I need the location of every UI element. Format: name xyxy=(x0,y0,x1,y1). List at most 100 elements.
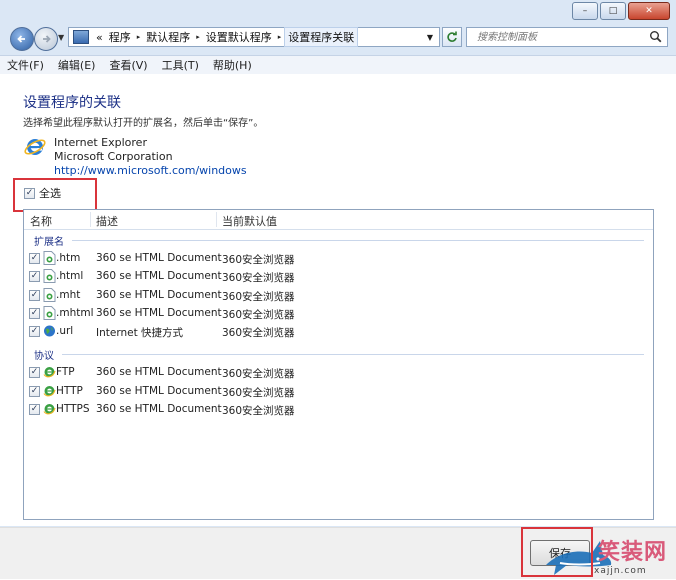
menu-tools[interactable]: 工具(T) xyxy=(155,57,206,73)
row-description: 360 se HTML Document xyxy=(96,270,222,282)
browser-e-icon xyxy=(43,367,56,378)
column-divider[interactable] xyxy=(90,212,91,227)
menu-bar: 文件(F) 编辑(E) 查看(V) 工具(T) 帮助(H) xyxy=(0,55,676,75)
column-divider[interactable] xyxy=(216,212,217,227)
browser-e-icon xyxy=(43,404,56,415)
breadcrumb-separator-icon[interactable]: ▸ xyxy=(275,33,285,41)
address-bar[interactable]: « 程序 ▸ 默认程序 ▸ 设置默认程序 ▸ 设置程序关联 ▼ xyxy=(68,27,440,47)
breadcrumb-separator-icon[interactable]: ▸ xyxy=(193,33,203,41)
breadcrumb-overflow[interactable]: « xyxy=(93,31,106,44)
refresh-icon xyxy=(447,31,457,42)
forward-button[interactable] xyxy=(34,27,58,51)
row-checkbox[interactable]: ✓ xyxy=(29,367,40,378)
back-button[interactable] xyxy=(10,27,34,51)
row-current-default: 360安全浏览器 xyxy=(222,254,295,266)
list-row[interactable]: ✓ HTTPS 360 se HTML Document 360安全浏览器 xyxy=(28,401,628,418)
address-dropdown-icon[interactable]: ▼ xyxy=(427,33,433,42)
row-checkbox[interactable]: ✓ xyxy=(29,308,40,319)
row-current-default: 360安全浏览器 xyxy=(222,309,295,321)
list-row[interactable]: ✓ .mhtml 360 se HTML Document 360安全浏览器 xyxy=(28,305,628,322)
program-name: Internet Explorer xyxy=(54,136,147,149)
menu-file[interactable]: 文件(F) xyxy=(0,57,51,73)
page-description: 选择希望此程序默认打开的扩展名，然后单击“保存”。 xyxy=(23,118,264,129)
caption-buttons: – □ ✕ xyxy=(572,2,670,20)
search-input[interactable] xyxy=(475,30,649,44)
internet-explorer-logo-icon xyxy=(24,139,46,155)
html-file-icon xyxy=(43,288,56,302)
menu-help[interactable]: 帮助(H) xyxy=(206,57,259,73)
row-description: 360 se HTML Document xyxy=(96,289,222,301)
column-header-name[interactable]: 名称 xyxy=(30,213,52,229)
maximize-button[interactable]: □ xyxy=(600,2,626,20)
row-description: 360 se HTML Document xyxy=(96,307,222,319)
browser-e-icon xyxy=(43,386,56,397)
row-checkbox[interactable]: ✓ xyxy=(29,271,40,282)
list-row[interactable]: ✓ .htm 360 se HTML Document 360安全浏览器 xyxy=(28,250,628,267)
column-header-current-default[interactable]: 当前默认值 xyxy=(222,213,277,229)
row-name: HTTP xyxy=(56,385,83,397)
row-current-default: 360安全浏览器 xyxy=(222,291,295,303)
row-current-default: 360安全浏览器 xyxy=(222,327,295,339)
list-row[interactable]: ✓ .url Internet 快捷方式 360安全浏览器 xyxy=(28,323,628,340)
page-title: 设置程序的关联 xyxy=(23,95,121,111)
forward-arrow-icon xyxy=(43,35,51,43)
watermark-url: xajjn.com xyxy=(594,566,647,576)
row-current-default: 360安全浏览器 xyxy=(222,405,295,417)
row-name: .url xyxy=(56,325,74,337)
row-checkbox[interactable]: ✓ xyxy=(29,326,40,337)
row-name: .htm xyxy=(56,252,81,264)
highlight-box-save xyxy=(521,527,593,577)
row-name: FTP xyxy=(56,366,75,378)
html-file-icon xyxy=(43,269,56,283)
row-checkbox[interactable]: ✓ xyxy=(29,404,40,415)
search-box[interactable] xyxy=(466,27,668,47)
highlight-box-select-all xyxy=(13,178,97,212)
back-arrow-icon xyxy=(17,35,25,43)
group-divider xyxy=(72,240,644,241)
row-description: 360 se HTML Document xyxy=(96,385,222,397)
program-details: Internet Explorer Microsoft Corporation … xyxy=(54,136,247,178)
html-file-icon xyxy=(43,306,56,320)
column-header-description[interactable]: 描述 xyxy=(96,213,118,229)
search-icon[interactable] xyxy=(649,30,662,43)
navigation-bar: ▼ « 程序 ▸ 默认程序 ▸ 设置默认程序 ▸ 设置程序关联 ▼ xyxy=(0,22,676,54)
html-file-icon xyxy=(43,251,56,265)
row-checkbox[interactable]: ✓ xyxy=(29,386,40,397)
row-description: 360 se HTML Document xyxy=(96,366,222,378)
list-row[interactable]: ✓ .html 360 se HTML Document 360安全浏览器 xyxy=(28,268,628,285)
list-row[interactable]: ✓ FTP 360 se HTML Document 360安全浏览器 xyxy=(28,364,628,381)
program-company: Microsoft Corporation xyxy=(54,150,173,163)
row-name: .html xyxy=(56,270,84,282)
breadcrumb-item-set-default-programs[interactable]: 设置默认程序 xyxy=(203,29,275,45)
breadcrumb-item-programs[interactable]: 程序 xyxy=(106,29,134,45)
row-description: 360 se HTML Document xyxy=(96,403,222,415)
row-description: Internet 快捷方式 xyxy=(96,327,184,339)
row-current-default: 360安全浏览器 xyxy=(222,387,295,399)
main-content: 设置程序的关联 选择希望此程序默认打开的扩展名，然后单击“保存”。 Intern… xyxy=(0,74,676,526)
program-website-link[interactable]: http://www.microsoft.com/windows xyxy=(54,164,247,177)
list-row[interactable]: ✓ HTTP 360 se HTML Document 360安全浏览器 xyxy=(28,383,628,400)
row-checkbox[interactable]: ✓ xyxy=(29,290,40,301)
globe-icon xyxy=(44,325,55,337)
recent-pages-dropdown-icon[interactable]: ▼ xyxy=(58,33,64,42)
refresh-button[interactable] xyxy=(442,27,462,47)
row-current-default: 360安全浏览器 xyxy=(222,368,295,380)
group-divider xyxy=(62,354,644,355)
menu-edit[interactable]: 编辑(E) xyxy=(51,57,103,73)
association-list[interactable]: 名称 描述 当前默认值 扩展名 ✓ .htm 360 se HTML Docum… xyxy=(23,209,654,520)
row-name: .mht xyxy=(56,289,81,301)
list-row[interactable]: ✓ .mht 360 se HTML Document 360安全浏览器 xyxy=(28,287,628,304)
minimize-button[interactable]: – xyxy=(572,2,598,20)
group-label-protocols: 协议 xyxy=(34,351,54,362)
close-button[interactable]: ✕ xyxy=(628,2,670,20)
row-checkbox[interactable]: ✓ xyxy=(29,253,40,264)
menu-view[interactable]: 查看(V) xyxy=(102,57,154,73)
breadcrumb-separator-icon[interactable]: ▸ xyxy=(134,33,144,41)
window: – □ ✕ ▼ « 程序 ▸ 默认程序 ▸ 设置默认程序 ▸ 设置程序关联 ▼ xyxy=(0,0,676,579)
control-panel-icon xyxy=(73,30,89,44)
breadcrumb-item-set-associations[interactable]: 设置程序关联 xyxy=(284,27,359,47)
row-description: 360 se HTML Document xyxy=(96,252,222,264)
row-name: .mhtml xyxy=(56,307,94,319)
breadcrumb-item-default-programs[interactable]: 默认程序 xyxy=(143,29,193,45)
list-header: 名称 描述 当前默认值 xyxy=(24,210,653,230)
